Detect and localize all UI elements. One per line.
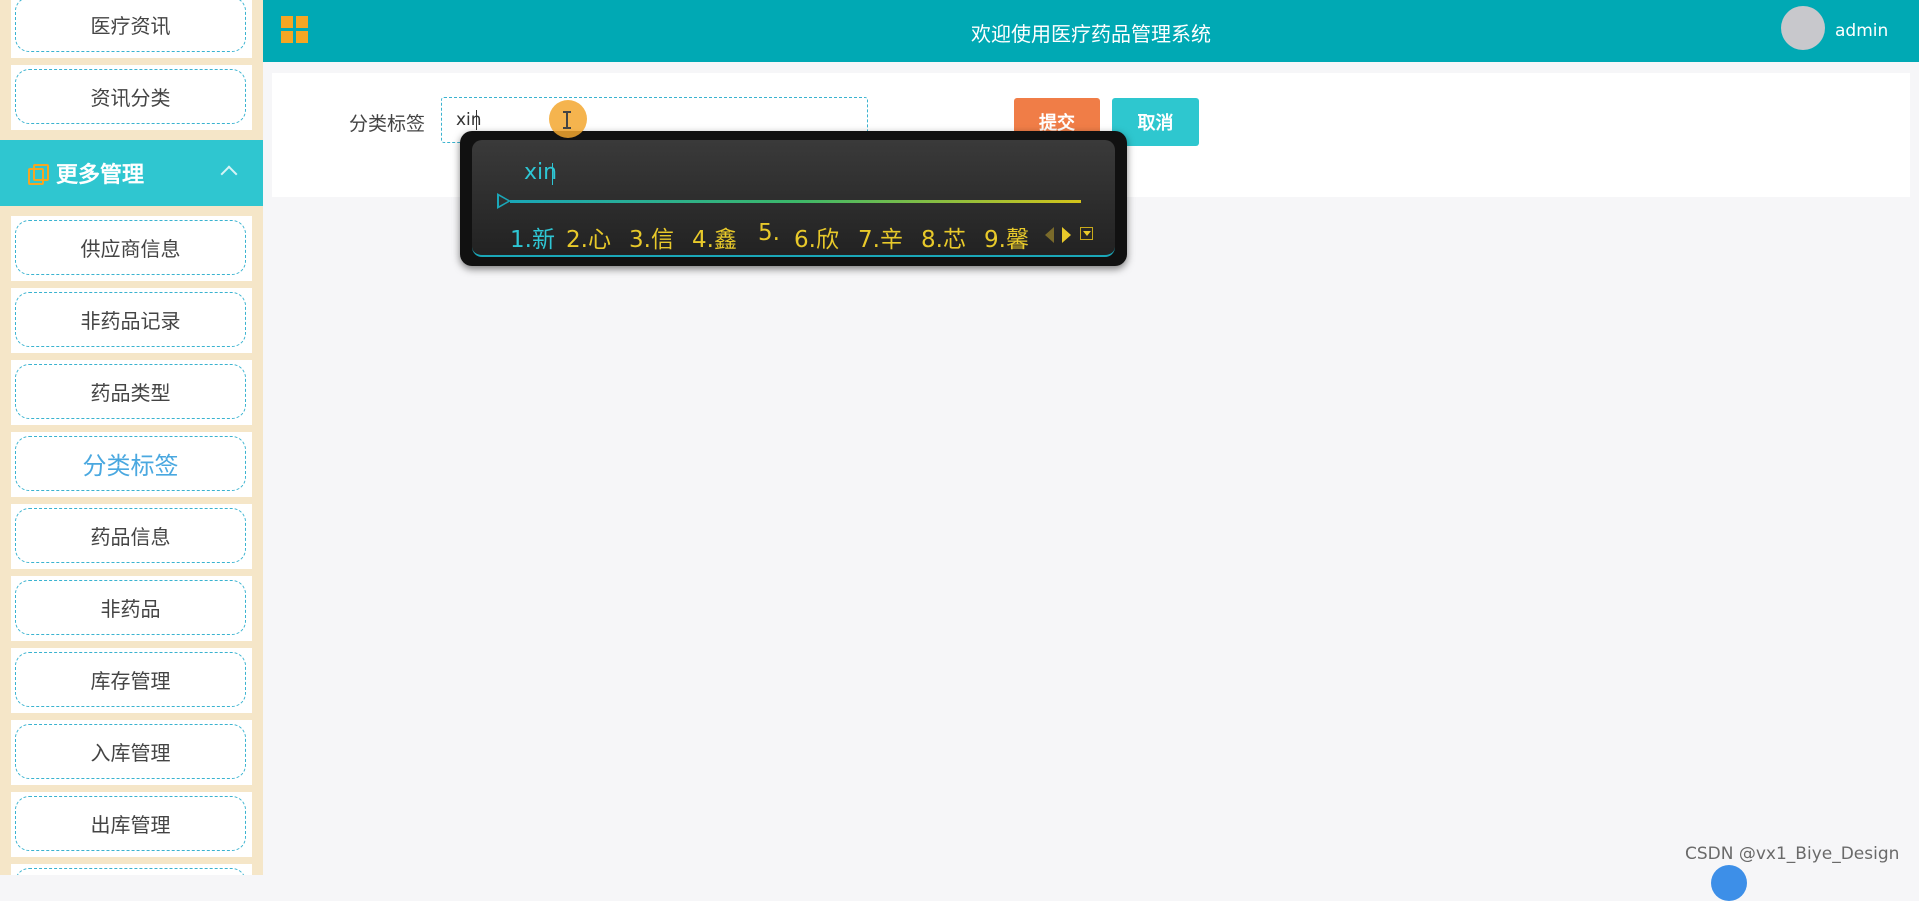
ime-candidate[interactable]: 7.辛 xyxy=(858,220,903,254)
sidebar-item-inventory[interactable]: 库存管理 xyxy=(11,648,252,713)
ime-candidate[interactable]: 9.馨 xyxy=(984,220,1029,254)
sidebar-group-more-management[interactable]: 更多管理 xyxy=(0,140,263,206)
sidebar-item-label: 入库管理 xyxy=(15,724,246,779)
copy-icon xyxy=(28,164,49,185)
text-caret xyxy=(476,110,477,130)
page-title: 欢迎使用医疗药品管理系统 xyxy=(971,22,1211,46)
sidebar: 医疗资讯 资讯分类 更多管理 供应商信息 非药品记录 药品类型 分类标签 药品信… xyxy=(0,0,263,875)
sidebar-item-non-drug[interactable]: 非药品 xyxy=(11,576,252,641)
sidebar-item-medical-news[interactable]: 医疗资讯 xyxy=(11,0,252,58)
sidebar-item-label: 供应商信息 xyxy=(15,220,246,275)
sidebar-item-non-drug-records[interactable]: 非药品记录 xyxy=(11,288,252,353)
ime-candidate-window: xin 1.新 2.心 3.信 4.鑫 5. 6.欣 7.辛 8.芯 9.馨 xyxy=(460,131,1127,266)
sidebar-group-title: 更多管理 xyxy=(56,163,145,188)
sidebar-item-label: 非药品记录 xyxy=(15,292,246,347)
ime-candidate[interactable]: 6.欣 xyxy=(794,220,839,254)
avatar[interactable] xyxy=(1781,6,1825,50)
category-tag-label: 分类标签 xyxy=(349,113,426,135)
ime-candidate[interactable]: 8.芯 xyxy=(921,220,966,254)
ime-expand-icon[interactable] xyxy=(1080,227,1093,240)
ime-candidate[interactable]: 2.心 xyxy=(566,220,611,254)
next-page-icon[interactable] xyxy=(1062,227,1071,243)
cursor-highlight xyxy=(549,100,587,138)
sidebar-item-partial[interactable] xyxy=(11,864,252,875)
text-cursor-icon xyxy=(563,111,571,129)
watermark: CSDN @vx1_Biye_Design xyxy=(1685,844,1900,864)
sidebar-item-label: 出库管理 xyxy=(15,796,246,851)
ime-candidate[interactable]: 3.信 xyxy=(629,220,674,254)
sidebar-item-label: 分类标签 xyxy=(15,436,246,491)
chevron-up-icon xyxy=(220,165,238,183)
sidebar-item-drug-type[interactable]: 药品类型 xyxy=(11,360,252,425)
sidebar-item-label: 药品信息 xyxy=(15,508,246,563)
play-icon xyxy=(497,193,511,209)
sidebar-item-label: 资讯分类 xyxy=(15,69,246,124)
prev-page-icon[interactable] xyxy=(1045,227,1054,243)
sidebar-item-category-tag[interactable]: 分类标签 xyxy=(11,432,252,497)
ime-candidate[interactable]: 4.鑫 xyxy=(692,220,737,254)
sidebar-item-label: 医疗资讯 xyxy=(15,0,246,52)
sidebar-item-supplier-info[interactable]: 供应商信息 xyxy=(11,216,252,281)
sidebar-item-stock-in[interactable]: 入库管理 xyxy=(11,720,252,785)
ime-candidate[interactable]: 5. xyxy=(758,220,780,246)
sidebar-item-stock-out[interactable]: 出库管理 xyxy=(11,792,252,857)
sidebar-item-news-category[interactable]: 资讯分类 xyxy=(11,65,252,130)
sidebar-item-label: 药品类型 xyxy=(15,364,246,419)
ime-divider xyxy=(510,200,1081,203)
ime-candidate[interactable]: 1.新 xyxy=(510,220,555,254)
sidebar-item-label: 库存管理 xyxy=(15,652,246,707)
sidebar-item-drug-info[interactable]: 药品信息 xyxy=(11,504,252,569)
floating-action-button[interactable] xyxy=(1711,865,1747,901)
sidebar-item-label: 非药品 xyxy=(15,580,246,635)
top-header: 欢迎使用医疗药品管理系统 admin xyxy=(263,0,1919,62)
username[interactable]: admin xyxy=(1835,21,1888,41)
ime-caret xyxy=(552,163,553,185)
ime-panel: xin 1.新 2.心 3.信 4.鑫 5. 6.欣 7.辛 8.芯 9.馨 xyxy=(472,140,1115,257)
